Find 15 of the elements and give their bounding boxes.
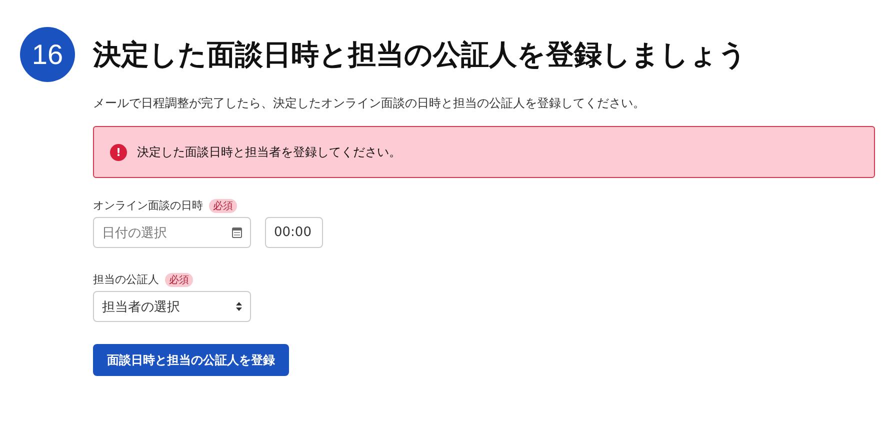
step-number: 16 <box>20 27 75 82</box>
date-field[interactable]: 日付の選択 <box>93 217 251 248</box>
required-badge: 必須 <box>209 198 237 212</box>
field-label: 担当の公証人 <box>93 272 159 287</box>
calendar-icon <box>232 227 242 238</box>
register-button[interactable]: 面談日時と担当の公証人を登録 <box>93 344 289 376</box>
field-label: オンライン面談の日時 <box>93 198 203 213</box>
required-badge: 必須 <box>165 272 193 286</box>
select-arrows-icon <box>236 302 242 311</box>
notary-select[interactable]: 担当者の選択 <box>93 291 251 322</box>
error-icon: ! <box>110 144 127 160</box>
description: メールで日程調整が完了したら、決定したオンライン面談の日時と担当の公証人を登録してください。 <box>93 95 646 112</box>
page-title: 決定した面談日時と担当の公証人を登録しましょう <box>93 36 747 72</box>
time-field[interactable]: 00:00 <box>265 217 323 248</box>
error-message: 決定した面談日時と担当者を登録してください。 <box>137 144 401 160</box>
